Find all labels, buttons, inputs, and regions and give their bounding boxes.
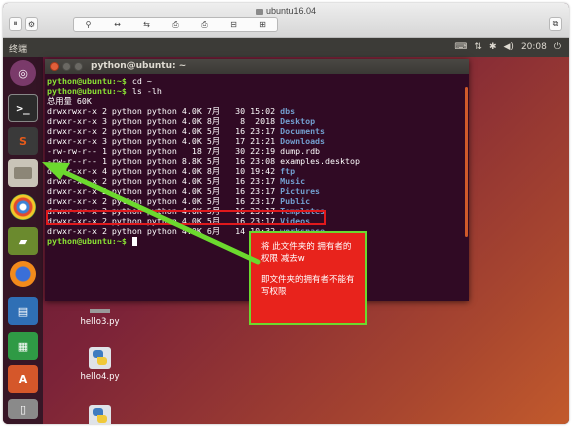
desktop-file-hello4[interactable]: hello4.py (70, 347, 130, 382)
entry-name: dump.rdb (280, 146, 321, 156)
terminal-scrollbar[interactable] (465, 87, 468, 237)
tool-usb-icon[interactable]: ⊟ (219, 18, 248, 31)
bluetooth-icon[interactable]: ✱ (489, 42, 497, 52)
command-text: cd ~ (126, 76, 152, 86)
entry-metadata: drwxr-xr-x 2 python python 4.0K 5月 16 23… (47, 176, 281, 186)
ls-entry: drwxr-xr-x 3 python python 4.0K 8月 8 201… (47, 116, 469, 126)
entry-metadata: drwxr-xr-x 3 python python 4.0K 8月 8 201… (47, 116, 281, 126)
ubuntu-dash-icon[interactable]: ◎ (10, 60, 36, 86)
desktop-file-partial[interactable] (70, 405, 130, 424)
annotation-text-2: 即文件夹的拥有者不能有写权限 (261, 275, 355, 297)
ls-entry: -rw-r--r-- 1 python python 8.8K 5月 16 23… (47, 156, 469, 166)
terminal-line: python@ubuntu:~$ ls -lh (47, 86, 469, 96)
entry-name: Music (280, 176, 306, 186)
terminal-line: python@ubuntu:~$ cd ~ (47, 76, 469, 86)
ls-entry: -rw-rw-r-- 1 python python 18 7月 30 22:1… (47, 146, 469, 156)
libreoffice-writer-icon[interactable]: ▤ (8, 297, 38, 325)
files-icon[interactable] (8, 159, 38, 187)
shell-prompt: python@ubuntu:~$ (47, 236, 127, 246)
ubuntu-top-panel: 终端 ⌨ ⇅ ✱ ◀) 20:08 ⏻ (3, 38, 569, 57)
terminal-launcher-icon[interactable]: >_ (8, 94, 38, 122)
entry-metadata: drwxr-xr-x 2 python python 4.0K 5月 16 23… (47, 196, 281, 206)
ls-entry: drwxr-xr-x 2 python python 4.0K 5月 16 23… (47, 176, 469, 186)
entry-metadata: drwxrwxr-x 2 python python 4.0K 7月 30 15… (47, 106, 281, 116)
entry-metadata: drwxr-xr-x 3 python python 4.0K 5月 17 21… (47, 136, 281, 146)
volume-icon[interactable]: ◀) (504, 42, 514, 52)
desktop-file-hello3[interactable]: hello3.py (70, 309, 130, 327)
tool-resize-icon[interactable]: ↔ (103, 18, 132, 31)
terminal-title: python@ubuntu: ~ (91, 61, 187, 71)
shell-prompt: python@ubuntu:~$ (47, 76, 127, 86)
ls-entry: drwxr-xr-x 2 python python 4.0K 5月 16 23… (47, 126, 469, 136)
power-icon[interactable]: ⏻ (554, 42, 561, 52)
python-file-icon (89, 347, 111, 369)
vm-window: ubuntu16.04 ⏸ ⚙ ⚲ ↔ ⇆ ⎙ ⎙ ⊟ ⊞ ⧉ 终端 ⌨ ⇅ ✱… (3, 3, 569, 424)
launcher: ◎ >_ S ▰ ▤ ▦ A ▯ (3, 57, 43, 424)
tool-wrench-icon[interactable]: ⚲ (74, 18, 103, 31)
cursor (131, 237, 137, 246)
entry-name: Documents (280, 126, 326, 136)
trash-icon[interactable]: ▯ (8, 399, 38, 419)
close-icon[interactable] (50, 62, 59, 71)
libreoffice-calc-icon[interactable]: ▦ (8, 332, 38, 360)
annotation-callout: 将 此文件夹的 拥有者的权限 减去w 即文件夹的拥有者不能有写权限 (249, 231, 367, 325)
tool-disk-icon[interactable]: ⎙ (190, 18, 219, 31)
sublime-text-icon[interactable]: S (8, 127, 38, 155)
entry-metadata: -rw-rw-r-- 1 python python 18 7月 30 22:1… (47, 146, 281, 156)
terminal-titlebar: python@ubuntu: ~ (45, 59, 469, 74)
chrome-icon[interactable] (10, 194, 36, 220)
system-tray: ⌨ ⇅ ✱ ◀) 20:08 ⏻ (454, 42, 561, 52)
clock[interactable]: 20:08 (521, 42, 547, 52)
output-text: 总用量 60K (47, 96, 92, 106)
tool-share-icon[interactable]: ⇆ (132, 18, 161, 31)
vm-titlebar: ubuntu16.04 ⏸ ⚙ ⚲ ↔ ⇆ ⎙ ⎙ ⊟ ⊞ ⧉ (3, 3, 569, 38)
firefox-icon[interactable] (10, 261, 36, 287)
entry-metadata: drwxr-xr-x 2 python python 4.0K 6月 14 10… (47, 226, 281, 236)
minimize-icon[interactable] (62, 62, 71, 71)
tool-printer-icon[interactable]: ⎙ (161, 18, 190, 31)
entry-name: examples.desktop (280, 156, 361, 166)
settings-button[interactable]: ⚙ (25, 17, 38, 31)
ls-entry: drwxr-xr-x 3 python python 4.0K 5月 17 21… (47, 136, 469, 146)
vm-window-title: ubuntu16.04 (3, 6, 569, 16)
entry-name: Desktop (280, 116, 316, 126)
entry-metadata: drwxr-xr-x 2 python python 4.0K 5月 16 23… (47, 126, 281, 136)
ls-entry: drwxrwxr-x 2 python python 4.0K 7月 30 15… (47, 106, 469, 116)
terminal-line: 总用量 60K (47, 96, 469, 106)
keyboard-icon[interactable]: ⌨ (454, 42, 467, 52)
entry-name: dbs (280, 106, 296, 116)
active-app-name: 终端 (9, 45, 28, 55)
annotation-text-1: 将 此文件夹的 拥有者的权限 减去w (261, 242, 352, 264)
entry-name: Downloads (280, 136, 326, 146)
tool-display-icon[interactable]: ⊞ (248, 18, 277, 31)
maximize-icon[interactable] (74, 62, 83, 71)
ls-entry: drwxr-xr-x 2 python python 4.0K 5月 16 23… (47, 196, 469, 206)
command-text: ls -lh (126, 86, 162, 96)
software-center-icon[interactable]: A (8, 365, 38, 393)
ls-entry-ftp: dr-xr-xr-x 4 python python 4.0K 8月 10 19… (47, 166, 469, 176)
entry-metadata: -rw-r--r-- 1 python python 8.8K 5月 16 23… (47, 156, 281, 166)
ls-entry: drwxr-xr-x 2 python python 4.0K 5月 16 23… (47, 186, 469, 196)
shell-prompt: python@ubuntu:~$ (47, 86, 127, 96)
pause-button[interactable]: ⏸ (9, 17, 22, 31)
entry-metadata: dr-xr-xr-x 4 python python 4.0K 8月 10 19… (47, 166, 281, 176)
python-file-icon (90, 309, 110, 313)
network-icon[interactable]: ⇅ (474, 42, 482, 52)
vm-toolbar: ⚲ ↔ ⇆ ⎙ ⎙ ⊟ ⊞ (73, 17, 278, 32)
restore-window-button[interactable]: ⧉ (549, 17, 562, 31)
entry-name: Pictures (280, 186, 321, 196)
ebook-icon[interactable]: ▰ (8, 227, 38, 255)
ftp-highlight-box (46, 210, 326, 225)
entry-metadata: drwxr-xr-x 2 python python 4.0K 5月 16 23… (47, 186, 281, 196)
folder-icon (255, 8, 263, 15)
entry-name: Public (280, 196, 311, 206)
entry-name: ftp (280, 166, 296, 176)
desktop: ◎ >_ S ▰ ▤ ▦ A ▯ python@ubuntu: ~ python… (3, 57, 569, 424)
python-file-icon (89, 405, 111, 424)
